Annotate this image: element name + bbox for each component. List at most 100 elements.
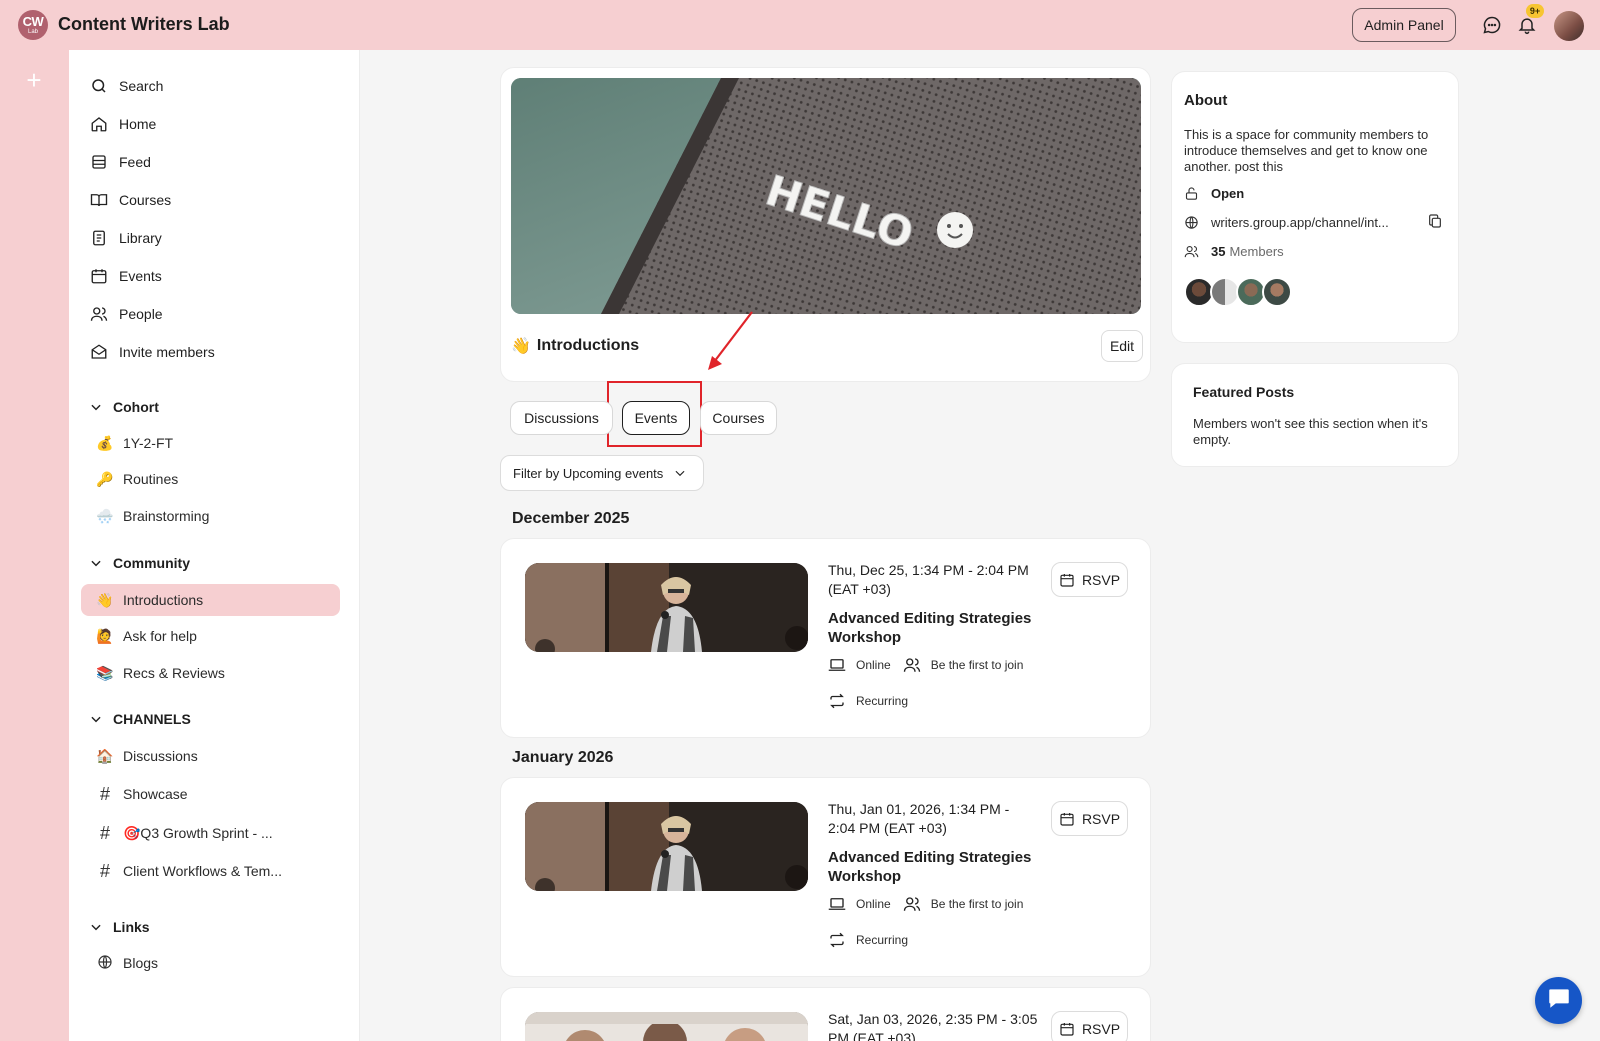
notification-badge: 9+ xyxy=(1526,4,1544,18)
event-location-attendees: Online Be the first to join xyxy=(828,894,1023,914)
month-header: January 2026 xyxy=(512,749,614,766)
sidebar-item-routines[interactable]: 🔑 Routines xyxy=(81,463,340,495)
event-location-attendees: Online Be the first to join xyxy=(828,655,1023,675)
calendar-icon xyxy=(1059,811,1075,827)
waving-hand-icon: 👋 xyxy=(511,338,531,355)
filter-dropdown[interactable]: Filter by Upcoming events xyxy=(500,455,704,491)
sidebar-item-q3-growth-sprint[interactable]: # 🎯Q3 Growth Sprint - ... xyxy=(81,817,340,849)
sidebar-item-home[interactable]: Home xyxy=(89,108,349,140)
calendar-icon xyxy=(1059,1021,1075,1037)
section-cohort[interactable]: Cohort xyxy=(89,395,159,419)
sidebar-item-showcase[interactable]: # Showcase xyxy=(81,778,340,810)
left-rail: + xyxy=(0,50,69,1041)
brand-logo[interactable]: CW Lab xyxy=(18,10,48,40)
house-icon: 🏠 xyxy=(96,747,114,764)
sidebar-item-blogs[interactable]: Blogs xyxy=(81,947,340,979)
sidebar-item-events[interactable]: Events xyxy=(89,260,349,292)
event-image xyxy=(525,802,808,891)
tab-discussions[interactable]: Discussions xyxy=(510,401,613,435)
sidebar-item-library[interactable]: Library xyxy=(89,222,349,254)
feed-icon xyxy=(89,152,109,172)
about-card: About This is a space for community memb… xyxy=(1171,71,1459,343)
calendar-icon xyxy=(1059,572,1075,588)
copy-icon[interactable] xyxy=(1426,212,1444,230)
event-title[interactable]: Advanced Editing Strategies Workshop xyxy=(828,848,1058,886)
sidebar-item-1y-2-ft[interactable]: 💰 1Y-2-FT xyxy=(81,427,340,459)
event-title[interactable]: Advanced Editing Strategies Workshop xyxy=(828,609,1058,647)
avatar[interactable] xyxy=(1262,277,1292,307)
people-icon xyxy=(903,656,923,674)
event-card[interactable]: Thu, Jan 01, 2026, 1:34 PM - 2:04 PM (EA… xyxy=(500,777,1151,977)
waving-hand-icon: 👋 xyxy=(96,591,114,608)
hash-icon: # xyxy=(99,822,110,843)
member-avatars[interactable] xyxy=(1184,277,1292,309)
chat-icon[interactable] xyxy=(1481,14,1503,36)
search-icon xyxy=(89,76,109,96)
event-date: Thu, Jan 01, 2026, 1:34 PM - 2:04 PM (EA… xyxy=(828,801,1010,836)
globe-icon xyxy=(1184,215,1200,230)
rsvp-button[interactable]: RSVP xyxy=(1051,1011,1128,1041)
globe-icon xyxy=(95,954,115,973)
chevron-down-icon xyxy=(89,556,105,570)
sidebar-item-introductions[interactable]: 👋 Introductions xyxy=(81,584,340,616)
tab-courses[interactable]: Courses xyxy=(700,401,777,435)
event-image xyxy=(525,563,808,652)
section-channels[interactable]: CHANNELS xyxy=(89,707,191,731)
top-bar: CW Lab Content Writers Lab Admin Panel 9… xyxy=(0,0,1600,50)
support-chat-button[interactable] xyxy=(1535,977,1582,1024)
sidebar-item-feed[interactable]: Feed xyxy=(89,146,349,178)
hash-icon: # xyxy=(99,860,110,881)
people-icon xyxy=(89,304,109,324)
library-icon xyxy=(89,228,109,248)
chevron-down-icon xyxy=(89,920,105,934)
edit-channel-button[interactable]: Edit xyxy=(1101,330,1143,362)
about-description: This is a space for community members to… xyxy=(1184,127,1429,174)
sidebar-item-brainstorming[interactable]: 🌨️ Brainstorming xyxy=(81,500,340,532)
chevron-down-icon xyxy=(89,400,105,414)
sidebar-item-client-workflows[interactable]: # Client Workflows & Tem... xyxy=(81,855,340,887)
mail-icon xyxy=(89,342,109,362)
add-community-button[interactable]: + xyxy=(22,67,46,93)
tab-events[interactable]: Events xyxy=(622,401,690,435)
sidebar-item-ask-for-help[interactable]: 🙋 Ask for help xyxy=(81,620,340,652)
month-header: December 2025 xyxy=(512,510,630,527)
people-icon xyxy=(1184,244,1200,259)
visibility-row: Open xyxy=(1184,183,1244,203)
laptop-icon xyxy=(828,656,848,674)
repeat-icon xyxy=(828,692,848,710)
chevron-down-icon xyxy=(89,712,105,726)
event-card[interactable]: Thu, Dec 25, 1:34 PM - 2:04 PM (EAT +03)… xyxy=(500,538,1151,738)
sidebar: Search Home Feed Courses Library Events … xyxy=(69,50,360,1041)
event-date: Sat, Jan 03, 2026, 2:35 PM - 3:05 PM (EA… xyxy=(828,1011,1038,1041)
about-title: About xyxy=(1184,92,1228,109)
sidebar-item-search[interactable]: Search xyxy=(89,70,349,102)
sidebar-item-recs-reviews[interactable]: 📚 Recs & Reviews xyxy=(81,657,340,689)
raising-hand-icon: 🙋 xyxy=(96,627,114,644)
featured-posts-card: Featured Posts Members won't see this se… xyxy=(1171,363,1459,467)
home-icon xyxy=(89,114,109,134)
event-card[interactable]: Sat, Jan 03, 2026, 2:35 PM - 3:05 PM (EA… xyxy=(500,987,1151,1041)
people-icon xyxy=(903,895,923,913)
snow-cloud-icon: 🌨️ xyxy=(96,507,114,524)
chevron-down-icon xyxy=(673,466,687,480)
channel-url-row[interactable]: writers.group.app/channel/int... xyxy=(1184,212,1389,232)
sidebar-item-discussions[interactable]: 🏠 Discussions xyxy=(81,740,340,772)
featured-posts-title: Featured Posts xyxy=(1193,384,1295,400)
event-recurrence: Recurring xyxy=(828,691,908,711)
sidebar-item-courses[interactable]: Courses xyxy=(89,184,349,216)
annotation-arrow xyxy=(708,311,753,370)
user-avatar[interactable] xyxy=(1554,11,1584,41)
sidebar-item-invite-members[interactable]: Invite members xyxy=(89,336,349,368)
event-image xyxy=(525,1012,808,1041)
section-community[interactable]: Community xyxy=(89,551,190,575)
rsvp-button[interactable]: RSVP xyxy=(1051,562,1128,597)
section-links[interactable]: Links xyxy=(89,915,150,939)
money-bag-icon: 💰 xyxy=(96,434,114,451)
sidebar-item-people[interactable]: People xyxy=(89,298,349,330)
community-name[interactable]: Content Writers Lab xyxy=(58,14,230,35)
event-recurrence: Recurring xyxy=(828,930,908,950)
members-row[interactable]: 35 Members xyxy=(1184,241,1284,261)
rsvp-button[interactable]: RSVP xyxy=(1051,801,1128,836)
event-date: Thu, Dec 25, 1:34 PM - 2:04 PM (EAT +03) xyxy=(828,562,1029,597)
admin-panel-button[interactable]: Admin Panel xyxy=(1352,8,1456,42)
